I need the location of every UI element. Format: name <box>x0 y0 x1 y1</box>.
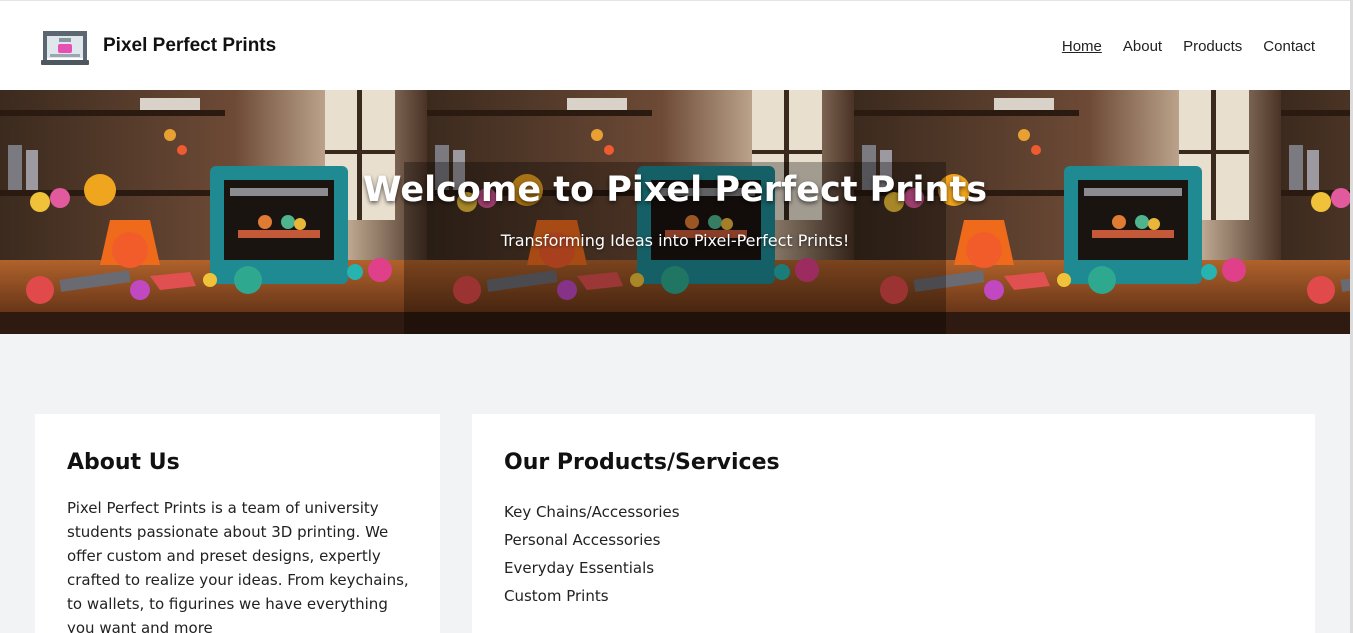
hero-image-tile <box>1281 90 1350 334</box>
hero-image-tile <box>0 90 427 334</box>
about-heading: About Us <box>67 450 180 475</box>
nav-about-link[interactable]: About <box>1123 38 1162 55</box>
site-brand[interactable]: Pixel Perfect Prints <box>103 35 276 57</box>
products-card: Our Products/Services Key Chains/Accesso… <box>472 414 1315 633</box>
hero-banner: Welcome to Pixel Perfect Prints Transfor… <box>0 90 1350 334</box>
3d-printer-workshop-image <box>1281 90 1350 334</box>
product-item: Custom Prints <box>504 587 609 605</box>
nav-home-link[interactable]: Home <box>1062 38 1102 55</box>
about-card: About Us Pixel Perfect Prints is a team … <box>35 414 440 633</box>
site-header: Pixel Perfect Prints Home About Products… <box>0 0 1353 90</box>
main-nav: Home About Products Contact <box>1062 38 1315 55</box>
about-text: Pixel Perfect Prints is a team of univer… <box>67 499 409 633</box>
products-list: Key Chains/Accessories Personal Accessor… <box>504 496 680 612</box>
nav-products-link[interactable]: Products <box>1183 38 1242 55</box>
3d-printer-workshop-image <box>0 90 427 334</box>
nav-contact-link[interactable]: Contact <box>1263 38 1315 55</box>
products-heading: Our Products/Services <box>504 450 780 475</box>
3d-printer-icon[interactable] <box>40 28 90 66</box>
hero-subtitle: Transforming Ideas into Pixel-Perfect Pr… <box>500 231 850 250</box>
hero-title: Welcome to Pixel Perfect Prints <box>362 170 988 210</box>
